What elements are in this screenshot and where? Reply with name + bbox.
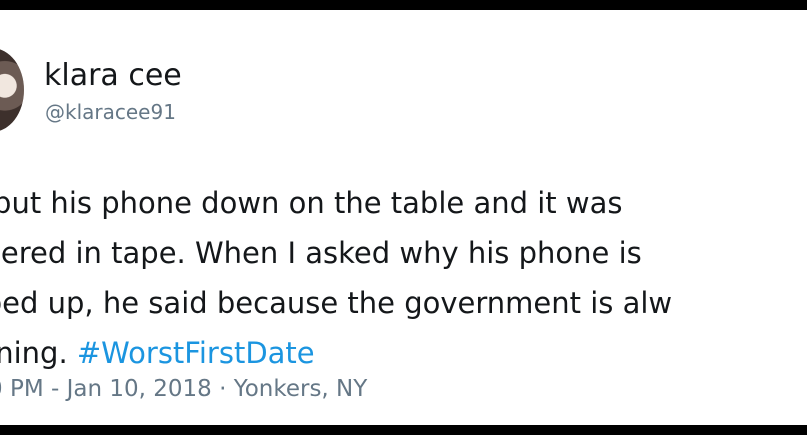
avatar[interactable] (0, 48, 24, 132)
screenshot-frame: klara cee @klaracee91 e put his phone do… (0, 0, 807, 435)
tweet-card: klara cee @klaracee91 e put his phone do… (0, 10, 807, 425)
tweet-timestamp-location[interactable]: 0 PM - Jan 10, 2018 · Yonkers, NY (0, 376, 367, 402)
user-name[interactable]: klara cee (44, 58, 182, 93)
tweet-text-line: overed in tape. When I asked why his pho… (0, 236, 642, 270)
tweet-text-fragment: tening. (0, 336, 68, 370)
tweet-text-line: aped up, he said because the government … (0, 286, 673, 320)
tweet-text-line: e put his phone down on the table and it… (0, 186, 623, 220)
profile-photo (0, 48, 24, 132)
hashtag-link[interactable]: #WorstFirstDate (77, 336, 315, 370)
tweet-text: e put his phone down on the table and it… (0, 178, 807, 378)
user-handle[interactable]: @klaracee91 (45, 100, 176, 124)
tweet-text-line: tening. #WorstFirstDate (0, 328, 807, 378)
